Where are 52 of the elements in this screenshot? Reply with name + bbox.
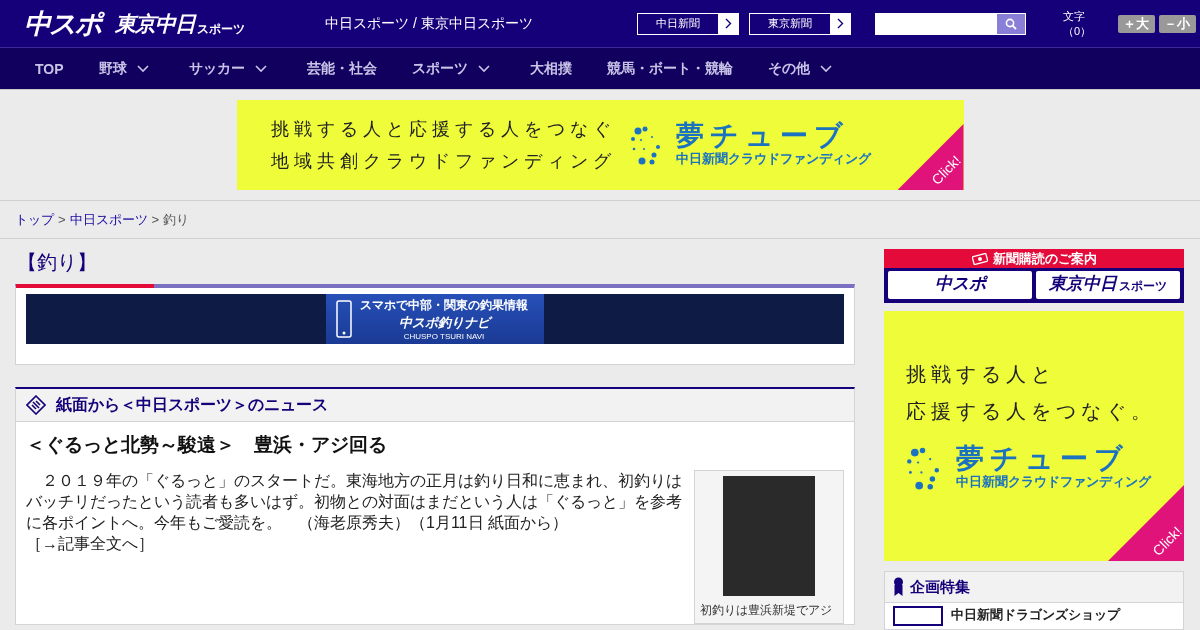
- text-size-label: 文字（0）: [1063, 8, 1093, 39]
- newspaper-logo-button[interactable]: 東京中日スポーツ: [1036, 271, 1180, 299]
- newspaper-link[interactable]: 中日新聞: [637, 12, 739, 35]
- section-title: 紙面から＜中日スポーツ＞のニュース: [56, 394, 328, 415]
- nav-menu-item[interactable]: 大相撲: [494, 59, 572, 78]
- search-icon: [1005, 17, 1017, 30]
- article-summary: ２０１９年の「ぐるっと」のスタートだ。東海地方の正月は釣り日和に恵まれ、初釣りはバッチリだったという読者も多いはず。初物との対面はまだという人は「ぐるっと」を参考に各ポイントへ。今年もご愛読を。 （海老原秀夫）（1月11日 紙面から） ［→記事全文へ］: [26, 471, 683, 554]
- breadcrumb-link[interactable]: トップ: [15, 210, 54, 229]
- ad-tagline: 挑戦する人と: [906, 361, 1057, 388]
- article-headline[interactable]: ＜ぐるっと北勢～駿遠＞ 豊浜・アジ回る: [26, 434, 387, 455]
- newspaper-link[interactable]: 東京新聞: [749, 12, 851, 35]
- search-button[interactable]: [997, 13, 1025, 34]
- chevron-right-icon: [724, 18, 732, 29]
- nav-menu-item[interactable]: スポーツ: [376, 59, 490, 78]
- newspaper-icon: [26, 395, 46, 415]
- ad-tagline: 地域共創クラウドファンディング: [270, 149, 616, 173]
- breadcrumb-separator: >: [151, 212, 160, 227]
- full-article-link[interactable]: ［→記事全文へ］: [26, 535, 154, 552]
- nav-menu-item[interactable]: サッカー: [153, 59, 267, 78]
- chevron-right-icon: [836, 18, 844, 29]
- breadcrumb-current: 釣り: [163, 210, 190, 229]
- thumbnail-placeholder: [893, 606, 943, 626]
- ticket-icon: [971, 252, 988, 265]
- ad-tagline: 応援する人をつなぐ。: [906, 398, 1157, 425]
- chevron-down-icon: [477, 64, 490, 73]
- site-names: 中日スポーツ / 東京中日スポーツ: [325, 14, 534, 33]
- ad-brand-name: 夢チューブ: [675, 122, 850, 150]
- banner-subtitle: CHUSPO TSURI NAVI: [403, 332, 485, 341]
- smartphone-icon: [336, 300, 352, 338]
- chevron-down-icon: [254, 64, 267, 73]
- breadcrumb-separator: >: [58, 212, 66, 227]
- nav-menu-item[interactable]: TOP: [0, 60, 64, 77]
- breadcrumb-link[interactable]: 中日スポーツ: [69, 210, 148, 229]
- ribbon-icon: [893, 577, 904, 597]
- nav-menu-item[interactable]: 競馬・ボート・競輪: [571, 59, 733, 78]
- nav-menu-item[interactable]: 野球: [63, 59, 149, 78]
- nav-menu-item[interactable]: その他: [732, 59, 832, 78]
- fishing-navi-banner[interactable]: スマホで中部・関東の釣果情報 中スポ釣りナビ CHUSPO TSURI NAVI: [26, 294, 844, 344]
- ad-brand-subtitle: 中日新聞クラウドファンディング: [675, 150, 871, 168]
- chevron-down-icon: [819, 64, 832, 73]
- search-field[interactable]: [875, 12, 1026, 35]
- ad-brand-name: 夢チューブ: [956, 445, 1130, 473]
- category-title: 【釣り】: [17, 251, 97, 273]
- subscription-title: 新聞購読のご案内: [992, 249, 1097, 268]
- nav-menu-item[interactable]: 芸能・社会: [271, 59, 377, 78]
- photo-caption: 初釣りは豊浜新堤でアジ: [700, 602, 832, 619]
- features-title: 企画特集: [910, 577, 970, 597]
- feature-link[interactable]: 中日新聞ドラゴンズショップ: [951, 606, 1120, 624]
- banner-text: スマホで中部・関東の釣果情報: [360, 297, 528, 314]
- newspaper-logo-button[interactable]: 中スポ: [888, 271, 1032, 299]
- ad-tagline: 挑戦する人と応援する人をつなぐ: [270, 117, 616, 141]
- chevron-down-icon: [136, 64, 149, 73]
